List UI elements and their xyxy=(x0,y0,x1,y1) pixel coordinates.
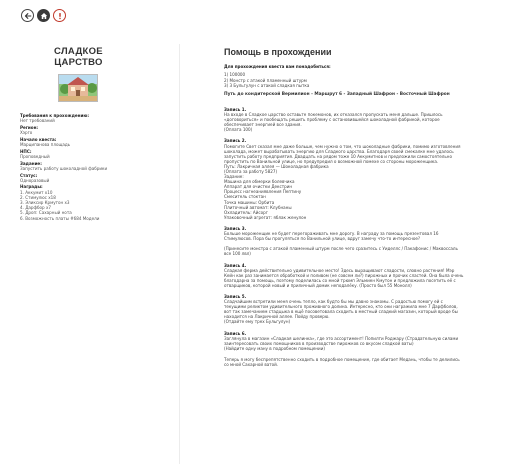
needs-list: 1) 100000 2) Монстр с атакой пламенный ш… xyxy=(224,72,464,87)
back-button[interactable] xyxy=(21,9,34,22)
route-text: Путь до кондитерской Вермилион - Маршрут… xyxy=(224,91,450,97)
reward-item: 6. Возможность платы #684 Модели xyxy=(20,215,100,221)
arrow-left-icon xyxy=(24,12,31,19)
quest-title: СЛАДКОЕ ЦАРСТВО xyxy=(54,46,103,68)
requirements-value: Нет требований xyxy=(20,118,55,124)
home-icon xyxy=(40,12,47,19)
home-button[interactable] xyxy=(37,9,50,22)
status-value: Одноразовый xyxy=(20,177,50,183)
need-item: 3) 3 Бульгулун с атакой сладкая пытка xyxy=(224,82,310,88)
journal-entry: Запись 5. Сладчайшим встретили меня очен… xyxy=(224,293,458,325)
final-note: Теперь я могу беспрепятственно сходить в… xyxy=(224,356,460,367)
walkthrough-section: Помощь в прохождении Для прохождения кве… xyxy=(224,47,464,367)
exclamation-icon xyxy=(58,12,61,19)
alert-button[interactable] xyxy=(53,9,66,22)
journal-entry: Запись 4. Сладкая ферма действительно уд… xyxy=(224,262,464,288)
task-value: Запустить работу шоколадной фабрики xyxy=(20,165,108,171)
start-value: Марципанова площадь xyxy=(20,142,71,148)
needs-heading: Для прохождения квеста вам понадобиться: xyxy=(224,64,331,69)
quest-info: Требования к прохождению: Нет требований … xyxy=(20,113,135,221)
journal-entry: Запись 2. Помогите Свет сказал мне даже … xyxy=(224,138,461,220)
quest-sidebar: СЛАДКОЕ ЦАРСТВО Требования к прохождению… xyxy=(20,46,135,222)
journal-entry: Запись 6. Заглянула в магазин «Сладкая ш… xyxy=(224,330,459,351)
column-divider xyxy=(179,44,180,464)
region-value: Хэрго xyxy=(20,130,33,136)
page-title: Помощь в прохождении xyxy=(224,47,332,57)
npc-value: Проповедный xyxy=(20,153,50,159)
top-nav xyxy=(21,9,66,22)
quest-location-image xyxy=(57,74,98,102)
journal-entry: Запись 3. Больше мороженщик не будет пер… xyxy=(224,225,458,257)
journal-entry: Запись 1. На входе в Сладкое царство ост… xyxy=(224,106,443,133)
